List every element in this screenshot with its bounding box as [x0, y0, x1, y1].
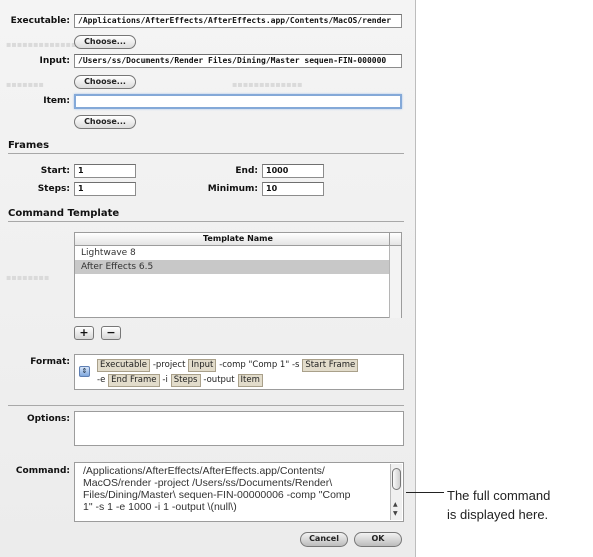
- callout-line-2: is displayed here.: [447, 507, 549, 522]
- template-name-column-header[interactable]: Template Name: [75, 233, 401, 246]
- minimum-field[interactable]: 10: [262, 182, 324, 196]
- command-line: 1" -s 1 -e 1000 -i 1 -output \(null\): [83, 501, 237, 513]
- end-field[interactable]: 1000: [262, 164, 324, 178]
- callout-line-1: The full command: [447, 488, 551, 503]
- options-divider: [8, 405, 404, 406]
- ghost-text: ▪▪▪▪▪▪▪▪▪▪▪▪▪: [6, 40, 77, 49]
- token-executable[interactable]: Executable: [97, 359, 150, 372]
- format-text: -i: [162, 375, 168, 385]
- frames-heading: Frames: [8, 140, 50, 151]
- command-line: Files/Dining/Master\ sequen-FIN-00000006…: [83, 489, 351, 501]
- command-label: Command:: [15, 466, 70, 476]
- token-steps[interactable]: Steps: [170, 374, 201, 387]
- token-item[interactable]: Item: [237, 374, 263, 387]
- format-line-2: -e End Frame -i Steps -output Item: [97, 374, 263, 387]
- options-label: Options:: [26, 414, 70, 424]
- scroll-up-arrow-icon[interactable]: ▲: [393, 502, 398, 508]
- executable-choose-button[interactable]: Choose...: [74, 35, 136, 49]
- start-field[interactable]: 1: [74, 164, 136, 178]
- format-text: -project: [152, 360, 186, 370]
- ghost-text: ▪▪▪▪▪▪▪▪: [6, 273, 50, 282]
- token-start-frame[interactable]: Start Frame: [302, 359, 359, 372]
- steps-label: Steps:: [37, 184, 70, 194]
- callout-leader-line: [406, 492, 444, 493]
- command-display[interactable]: /Applications/AfterEffects/AfterEffects.…: [74, 462, 404, 522]
- command-scrollbar[interactable]: ▲ ▼: [390, 464, 402, 520]
- scroll-down-arrow-icon[interactable]: ▼: [393, 511, 398, 517]
- template-list-scrollbar[interactable]: [389, 246, 401, 318]
- template-row-after-effects[interactable]: After Effects 6.5: [75, 260, 401, 274]
- format-text: -e: [97, 375, 106, 385]
- executable-label: Executable:: [10, 16, 70, 26]
- ok-button[interactable]: OK: [354, 532, 402, 547]
- format-label: Format:: [30, 357, 70, 367]
- callout-text: The full command is displayed here.: [447, 486, 550, 524]
- item-field[interactable]: [74, 94, 402, 109]
- token-end-frame[interactable]: End Frame: [108, 374, 160, 387]
- ghost-text: ▪▪▪▪▪▪▪▪▪▪▪▪▪: [232, 80, 303, 89]
- steps-field[interactable]: 1: [74, 182, 136, 196]
- input-choose-button[interactable]: Choose...: [74, 75, 136, 89]
- token-menu-icon[interactable]: ⇕: [79, 366, 90, 377]
- frames-divider: [8, 153, 404, 154]
- format-line-1: Executable -project Input -comp "Comp 1"…: [97, 359, 359, 372]
- start-label: Start:: [40, 166, 70, 176]
- command-text: /Applications/AfterEffects/AfterEffects.…: [83, 465, 383, 513]
- template-list: Lightwave 8 After Effects 6.5: [75, 246, 401, 318]
- input-label: Input:: [39, 56, 70, 66]
- template-row-lightwave[interactable]: Lightwave 8: [75, 246, 401, 260]
- remove-template-button[interactable]: −: [101, 326, 121, 340]
- minimum-label: Minimum:: [207, 184, 258, 194]
- format-text: -output: [203, 375, 235, 385]
- add-template-button[interactable]: +: [74, 326, 94, 340]
- command-line: /Applications/AfterEffects/AfterEffects.…: [83, 465, 325, 477]
- minus-icon: −: [106, 326, 116, 339]
- command-template-divider: [8, 221, 404, 222]
- end-label: End:: [235, 166, 258, 176]
- ghost-text: ▪▪▪▪▪▪▪: [6, 80, 44, 89]
- format-editor[interactable]: ⇕ Executable -project Input -comp "Comp …: [74, 354, 404, 390]
- executable-field[interactable]: /Applications/AfterEffects/AfterEffects.…: [74, 14, 402, 28]
- token-input[interactable]: Input: [188, 359, 217, 372]
- column-corner: [389, 233, 401, 245]
- render-settings-panel: ▪▪▪▪▪▪▪▪▪▪▪▪▪ ▪▪▪▪▪▪▪ ▪▪▪▪▪▪▪▪▪▪▪▪▪ ▪▪▪▪…: [0, 0, 416, 557]
- item-choose-button[interactable]: Choose...: [74, 115, 136, 129]
- options-field[interactable]: [74, 411, 404, 446]
- scroll-thumb[interactable]: [392, 468, 401, 490]
- template-name-header-label: Template Name: [203, 234, 273, 243]
- command-template-heading: Command Template: [8, 208, 120, 219]
- plus-icon: +: [79, 326, 89, 339]
- input-field[interactable]: /Users/ss/Documents/Render Files/Dining/…: [74, 54, 402, 68]
- template-table: Template Name Lightwave 8 After Effects …: [74, 232, 402, 318]
- format-text: -comp "Comp 1" -s: [219, 360, 300, 370]
- command-line: MacOS/render -project /Users/ss/Document…: [83, 477, 333, 489]
- cancel-button[interactable]: Cancel: [300, 532, 348, 547]
- item-label: Item:: [43, 96, 70, 106]
